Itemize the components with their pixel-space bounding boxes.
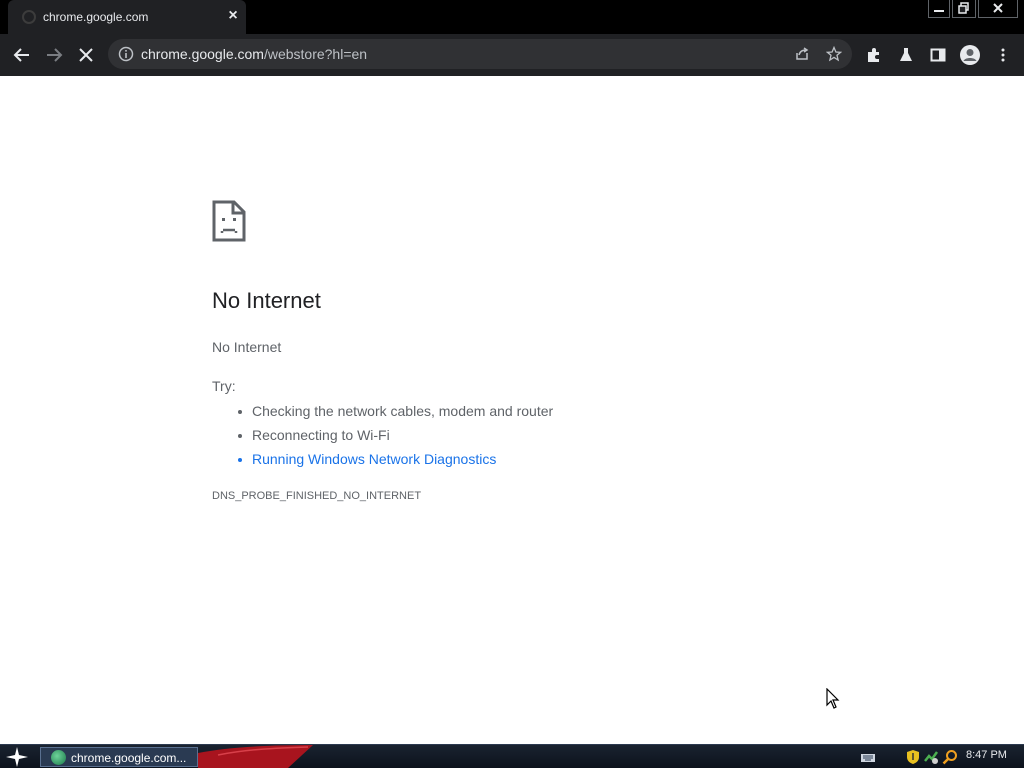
- side-panel-icon: [930, 48, 946, 62]
- url-host: chrome.google.com: [141, 46, 264, 62]
- minimize-button[interactable]: [928, 0, 950, 18]
- kebab-menu-icon: [1001, 48, 1005, 62]
- browser-toolbar: chrome.google.com/webstore?hl=en: [0, 34, 1024, 76]
- page-title: No Internet: [212, 288, 321, 313]
- browser-tab[interactable]: chrome.google.com ×: [8, 0, 246, 34]
- tab-title: chrome.google.com: [43, 10, 149, 24]
- error-code: DNS_PROBE_FINISHED_NO_INTERNET: [212, 490, 422, 502]
- page-content: No Internet No Internet Try: Checking th…: [0, 76, 1024, 744]
- side-panel-button[interactable]: [926, 43, 950, 67]
- loading-icon: [22, 10, 36, 24]
- tab-strip: chrome.google.com ×: [0, 0, 1024, 34]
- taskbar-item-chrome[interactable]: chrome.google.com...: [40, 747, 198, 767]
- forward-button[interactable]: [42, 43, 66, 67]
- search-icon[interactable]: [942, 749, 958, 765]
- restore-icon: [958, 2, 969, 14]
- share-button[interactable]: [790, 42, 814, 66]
- taskbar: chrome.google.com... 8:47 PM: [0, 744, 1024, 768]
- taskbar-decoration: [198, 745, 313, 768]
- close-icon: [993, 3, 1003, 13]
- tab-close-icon[interactable]: ×: [224, 7, 242, 25]
- back-button[interactable]: [10, 43, 34, 67]
- clock: 8:47 PM: [966, 749, 1007, 761]
- start-button[interactable]: [4, 746, 30, 768]
- profile-button[interactable]: [958, 43, 982, 67]
- sad-document-icon: [212, 200, 246, 242]
- star-icon: [826, 46, 842, 62]
- info-icon[interactable]: [118, 46, 134, 62]
- share-icon: [796, 47, 809, 60]
- chrome-app-icon: [51, 750, 66, 765]
- bookmark-button[interactable]: [822, 42, 846, 66]
- suggestion-item: Reconnecting to Wi-Fi: [236, 423, 553, 447]
- url-text[interactable]: chrome.google.com/webstore?hl=en: [141, 46, 367, 62]
- address-bar[interactable]: chrome.google.com/webstore?hl=en: [108, 39, 852, 69]
- avatar-icon: [960, 45, 980, 65]
- flask-icon: [900, 48, 912, 61]
- back-arrow-icon: [13, 48, 29, 62]
- stop-x-icon: [79, 48, 93, 62]
- shield-icon[interactable]: [905, 749, 921, 765]
- puzzle-icon: [868, 48, 879, 62]
- labs-button[interactable]: [894, 43, 918, 67]
- error-subtext: No Internet: [212, 339, 282, 355]
- window-close-button[interactable]: [978, 0, 1018, 18]
- extensions-button[interactable]: [862, 43, 886, 67]
- keyboard-icon[interactable]: [860, 749, 876, 765]
- suggestion-list: Checking the network cables, modem and r…: [236, 399, 553, 471]
- url-path: /webstore?hl=en: [263, 46, 368, 62]
- suggestion-item: Checking the network cables, modem and r…: [236, 399, 553, 423]
- forward-arrow-icon: [47, 48, 63, 62]
- mouse-cursor-icon: [826, 688, 840, 709]
- network-diagnostics-link[interactable]: Running Windows Network Diagnostics: [236, 447, 553, 471]
- stop-button[interactable]: [74, 43, 98, 67]
- network-icon[interactable]: [923, 749, 939, 765]
- taskbar-item-label: chrome.google.com...: [71, 751, 187, 765]
- menu-button[interactable]: [991, 43, 1015, 67]
- restore-button[interactable]: [952, 0, 976, 18]
- try-label: Try:: [212, 378, 236, 394]
- minimize-icon: [934, 10, 944, 12]
